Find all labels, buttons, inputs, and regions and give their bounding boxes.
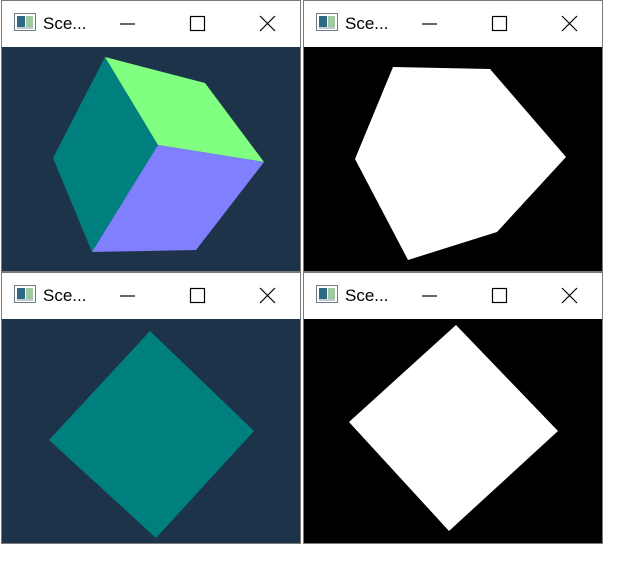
- title-bar[interactable]: Sce...: [2, 1, 300, 47]
- minimize-icon: [120, 23, 135, 25]
- minimize-button[interactable]: [104, 273, 150, 319]
- close-button[interactable]: [546, 273, 592, 319]
- maximize-icon: [189, 15, 206, 32]
- maximize-icon: [189, 287, 206, 304]
- maximize-button[interactable]: [174, 1, 220, 47]
- scene-window-3[interactable]: Sce...: [1, 272, 301, 544]
- render-canvas[interactable]: [2, 47, 300, 271]
- close-icon: [561, 287, 578, 304]
- mask-canvas[interactable]: [304, 47, 602, 271]
- window-app-icon: [14, 285, 36, 303]
- close-button[interactable]: [546, 1, 592, 47]
- maximize-icon: [491, 15, 508, 32]
- minimize-icon: [120, 295, 135, 297]
- minimize-button[interactable]: [406, 1, 452, 47]
- close-button[interactable]: [244, 273, 290, 319]
- window-title: Sce...: [43, 14, 87, 33]
- close-icon: [259, 15, 276, 32]
- maximize-button[interactable]: [476, 273, 522, 319]
- window-title: Sce...: [345, 286, 389, 305]
- maximize-button[interactable]: [174, 273, 220, 319]
- window-title: Sce...: [345, 14, 389, 33]
- render-canvas[interactable]: [2, 319, 300, 543]
- window-app-icon: [316, 13, 338, 31]
- maximize-icon: [491, 287, 508, 304]
- maximize-button[interactable]: [476, 1, 522, 47]
- scene-window-1[interactable]: Sce...: [1, 0, 301, 272]
- window-app-icon: [316, 285, 338, 303]
- title-bar[interactable]: Sce...: [304, 273, 602, 319]
- scene-window-2[interactable]: Sce...: [303, 0, 603, 272]
- mask-canvas[interactable]: [304, 319, 602, 543]
- window-title: Sce...: [43, 286, 87, 305]
- scene-window-4[interactable]: Sce...: [303, 272, 603, 544]
- close-button[interactable]: [244, 1, 290, 47]
- minimize-button[interactable]: [406, 273, 452, 319]
- title-bar[interactable]: Sce...: [304, 1, 602, 47]
- close-icon: [561, 15, 578, 32]
- window-app-icon: [14, 13, 36, 31]
- close-icon: [259, 287, 276, 304]
- minimize-icon: [422, 23, 437, 25]
- minimize-icon: [422, 295, 437, 297]
- title-bar[interactable]: Sce...: [2, 273, 300, 319]
- minimize-button[interactable]: [104, 1, 150, 47]
